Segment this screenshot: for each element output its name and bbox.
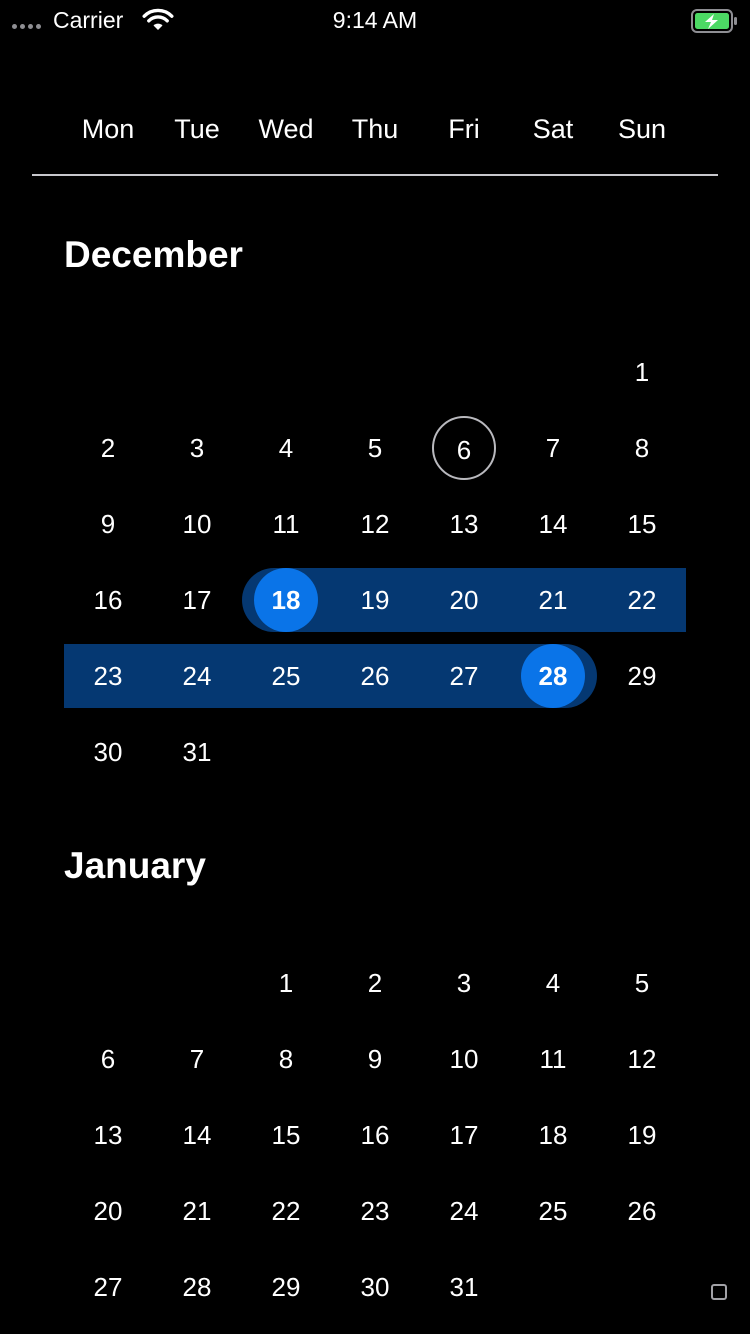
- day-cell[interactable]: 13: [76, 1103, 140, 1167]
- status-bar: Carrier 9:14 AM: [0, 0, 750, 40]
- weekday-label-sat: Sat: [532, 114, 574, 144]
- day-cell[interactable]: 25: [521, 1179, 585, 1243]
- day-cell[interactable]: 25: [254, 644, 318, 708]
- day-cell[interactable]: 7: [165, 1027, 229, 1091]
- weekday-label-tue: Tue: [174, 114, 220, 144]
- day-cell[interactable]: 15: [254, 1103, 318, 1167]
- battery-charging-icon: [691, 9, 737, 33]
- day-cell[interactable]: 27: [432, 644, 496, 708]
- day-cell[interactable]: 24: [432, 1179, 496, 1243]
- day-cell[interactable]: 17: [432, 1103, 496, 1167]
- day-cell[interactable]: 5: [343, 416, 407, 480]
- weekday-label-mon: Mon: [81, 114, 135, 144]
- day-cell[interactable]: 3: [432, 951, 496, 1015]
- month-title: January: [64, 845, 206, 886]
- day-cell[interactable]: 8: [610, 416, 674, 480]
- day-cell[interactable]: 5: [610, 951, 674, 1015]
- day-cell[interactable]: 14: [521, 492, 585, 556]
- day-cell[interactable]: 7: [521, 416, 585, 480]
- day-cell[interactable]: 1: [610, 340, 674, 404]
- day-cell[interactable]: 14: [165, 1103, 229, 1167]
- weekday-label-sun: Sun: [617, 114, 667, 144]
- day-cell[interactable]: 1: [254, 951, 318, 1015]
- day-cell[interactable]: 21: [165, 1179, 229, 1243]
- day-cell[interactable]: 4: [521, 951, 585, 1015]
- day-cell[interactable]: 30: [76, 720, 140, 784]
- day-cell[interactable]: 21: [521, 568, 585, 632]
- day-cell[interactable]: 2: [76, 416, 140, 480]
- overlay-square-icon: [711, 1284, 727, 1300]
- weekday-label-thu: Thu: [351, 114, 399, 144]
- header-divider: [32, 174, 718, 176]
- day-cell[interactable]: 23: [76, 644, 140, 708]
- today-day-cell[interactable]: 6: [432, 416, 496, 480]
- day-cell[interactable]: 15: [610, 492, 674, 556]
- weekday-label-fri: Fri: [448, 114, 480, 144]
- day-cell[interactable]: 16: [76, 568, 140, 632]
- weekday-header: Mon Tue Wed Thu Fri Sat Sun: [0, 108, 750, 150]
- day-cell[interactable]: 9: [343, 1027, 407, 1091]
- day-cell[interactable]: 20: [76, 1179, 140, 1243]
- day-cell[interactable]: 12: [343, 492, 407, 556]
- day-cell[interactable]: 17: [165, 568, 229, 632]
- day-cell[interactable]: 28: [165, 1255, 229, 1319]
- day-cell[interactable]: 31: [432, 1255, 496, 1319]
- range-start-day-cell[interactable]: 18: [254, 568, 318, 632]
- day-cell[interactable]: 29: [610, 644, 674, 708]
- day-cell[interactable]: 8: [254, 1027, 318, 1091]
- day-cell[interactable]: 18: [521, 1103, 585, 1167]
- day-cell[interactable]: 26: [343, 644, 407, 708]
- day-cell[interactable]: 11: [254, 492, 318, 556]
- day-cell[interactable]: 3: [165, 416, 229, 480]
- weekday-label-wed: Wed: [258, 114, 314, 144]
- day-cell[interactable]: 26: [610, 1179, 674, 1243]
- day-cell[interactable]: 30: [343, 1255, 407, 1319]
- day-cell[interactable]: 11: [521, 1027, 585, 1091]
- day-cell[interactable]: 23: [343, 1179, 407, 1243]
- day-cell[interactable]: 9: [76, 492, 140, 556]
- calendar-screen: Carrier 9:14 AM Mon Tue Wed Thu Fri Sat Sun De…: [0, 0, 750, 1334]
- day-cell[interactable]: 29: [254, 1255, 318, 1319]
- day-cell[interactable]: 6: [76, 1027, 140, 1091]
- day-cell[interactable]: 4: [254, 416, 318, 480]
- day-cell[interactable]: 2: [343, 951, 407, 1015]
- day-cell[interactable]: 20: [432, 568, 496, 632]
- day-cell[interactable]: 22: [610, 568, 674, 632]
- day-cell[interactable]: 12: [610, 1027, 674, 1091]
- day-cell[interactable]: 24: [165, 644, 229, 708]
- month-title: December: [64, 234, 243, 275]
- day-cell[interactable]: 10: [165, 492, 229, 556]
- day-cell[interactable]: 10: [432, 1027, 496, 1091]
- day-cell[interactable]: 27: [76, 1255, 140, 1319]
- day-cell[interactable]: 19: [343, 568, 407, 632]
- status-time: 9:14 AM: [332, 7, 418, 33]
- day-cell[interactable]: 13: [432, 492, 496, 556]
- selected-range-band: [64, 644, 597, 708]
- day-cell[interactable]: 31: [165, 720, 229, 784]
- day-cell[interactable]: 22: [254, 1179, 318, 1243]
- range-end-day-cell[interactable]: 28: [521, 644, 585, 708]
- day-cell[interactable]: 19: [610, 1103, 674, 1167]
- day-cell[interactable]: 16: [343, 1103, 407, 1167]
